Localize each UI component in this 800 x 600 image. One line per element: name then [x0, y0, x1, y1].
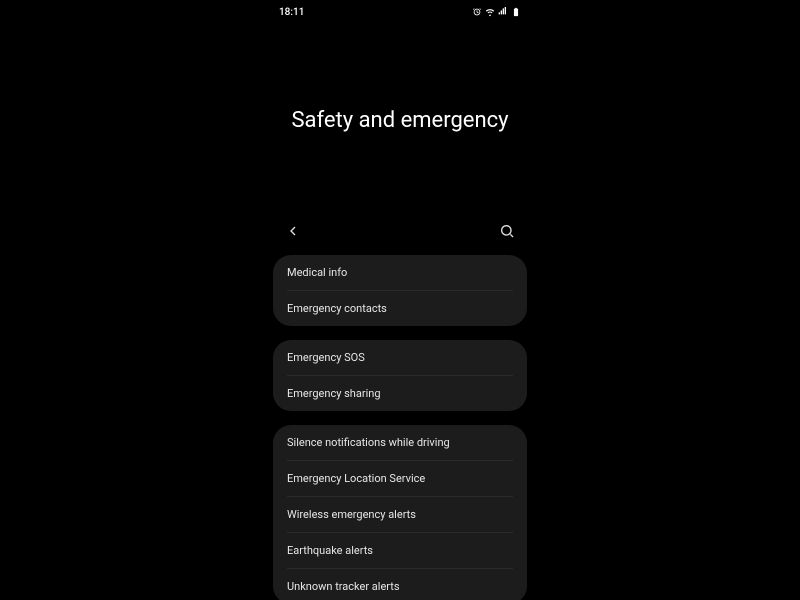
settings-item-unknown-tracker[interactable]: Unknown tracker alerts — [273, 569, 527, 600]
settings-group: Medical info Emergency contacts — [273, 255, 527, 326]
search-button[interactable] — [497, 221, 517, 241]
settings-item-emergency-sos[interactable]: Emergency SOS — [273, 340, 527, 375]
status-time: 18:11 — [279, 7, 304, 18]
settings-item-emergency-sharing[interactable]: Emergency sharing — [273, 376, 527, 411]
settings-group: Silence notifications while driving Emer… — [273, 425, 527, 600]
settings-item-earthquake-alerts[interactable]: Earthquake alerts — [273, 533, 527, 568]
signal-icon — [498, 7, 508, 17]
page-title: Safety and emergency — [269, 108, 531, 133]
settings-group: Emergency SOS Emergency sharing — [273, 340, 527, 411]
settings-item-silence-driving[interactable]: Silence notifications while driving — [273, 425, 527, 460]
settings-item-emergency-contacts[interactable]: Emergency contacts — [273, 291, 527, 326]
status-icons — [472, 7, 521, 17]
wifi-icon — [485, 7, 495, 17]
settings-item-wireless-alerts[interactable]: Wireless emergency alerts — [273, 497, 527, 532]
settings-item-emergency-location[interactable]: Emergency Location Service — [273, 461, 527, 496]
toolbar — [269, 221, 531, 241]
settings-item-medical-info[interactable]: Medical info — [273, 255, 527, 290]
back-button[interactable] — [283, 221, 303, 241]
phone-screen: 18:11 Safety and emergency Medical info — [269, 0, 531, 600]
battery-icon — [511, 7, 521, 17]
status-bar: 18:11 — [269, 0, 531, 20]
alarm-icon — [472, 7, 482, 17]
